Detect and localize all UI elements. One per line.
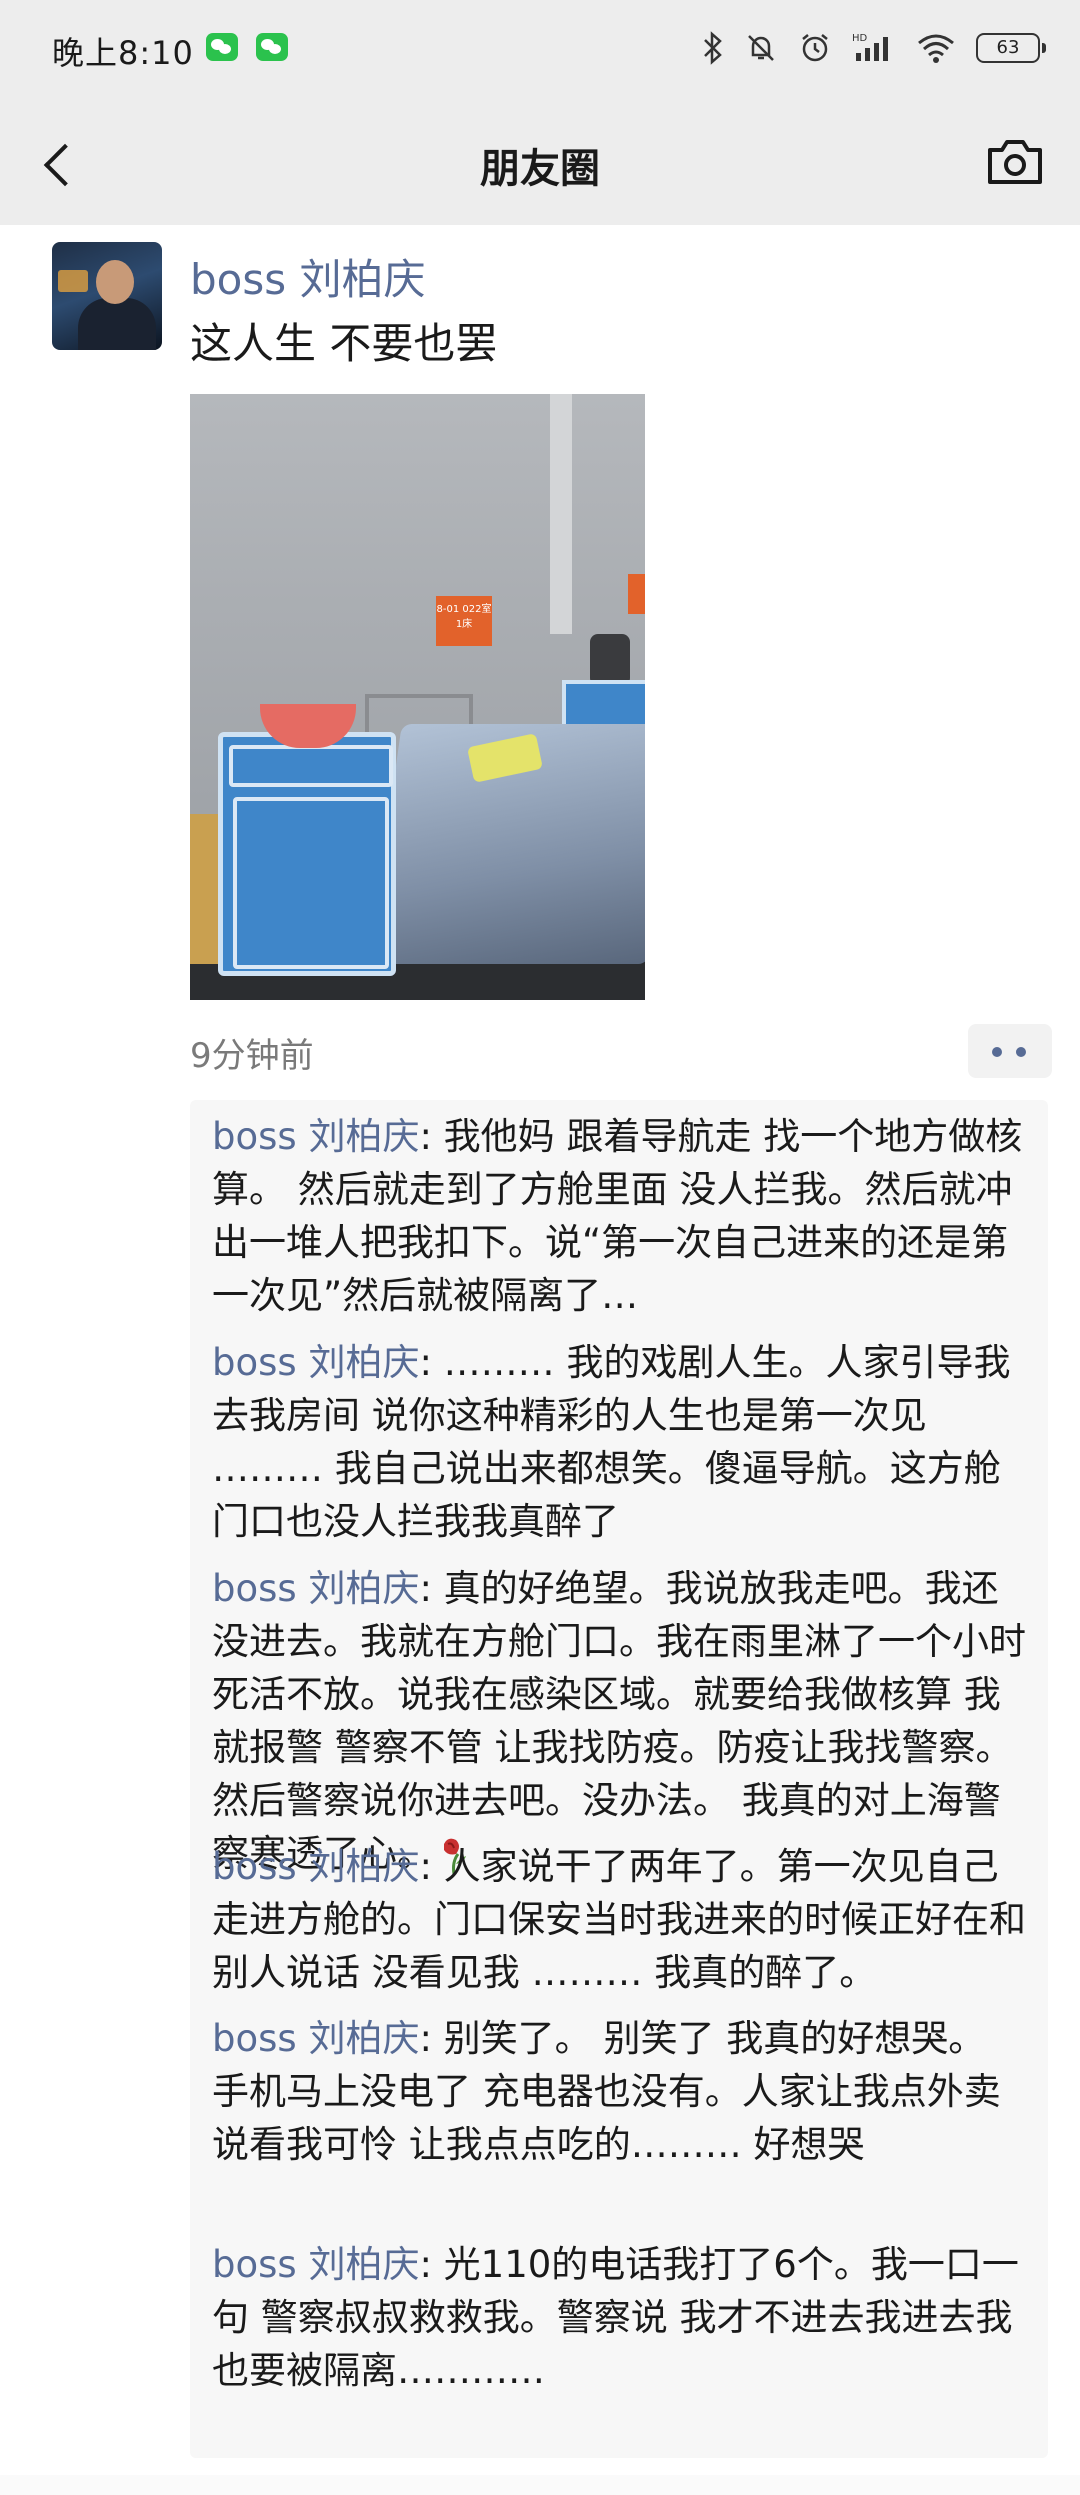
comment-text: : 真的好绝望。我说放我走吧。我还没进去。我就在方舱门口。我在雨里淋了一个小时 … [212, 1567, 1026, 1875]
more-dots-icon[interactable] [968, 1024, 1052, 1078]
comment-author[interactable]: boss 刘柏庆 [212, 1115, 419, 1158]
post-photo[interactable]: 8-01 022室1床 [190, 394, 645, 1000]
alarm-icon [802, 34, 828, 62]
status-time: 晚上8:10 [52, 34, 194, 72]
wechat-notification-icon [256, 33, 288, 61]
comment-author[interactable]: boss 刘柏庆 [212, 1567, 419, 1610]
wechat-notification-icon [206, 33, 238, 61]
bottom-edge [0, 2475, 1080, 2495]
status-bar: 晚上8:10 HD 63 [0, 0, 1080, 100]
comment-item[interactable]: boss 刘柏庆: ……… 我的戏剧人生。人家引导我去我房间 说你这种精彩的人生… [212, 1336, 1032, 1548]
svg-text:HD: HD [852, 33, 868, 44]
comment-item[interactable]: boss 刘柏庆: 我他妈 跟着导航走 找一个地方做核算。 然后就走到了方舱里面… [212, 1110, 1032, 1322]
comment-author[interactable]: boss 刘柏庆 [212, 2243, 419, 2286]
room-sign: 8-01 022室1床 [436, 596, 492, 646]
post-time: 9分钟前 [190, 1036, 314, 1076]
comment-author[interactable]: boss 刘柏庆 [212, 1341, 419, 1384]
comment-author[interactable]: boss 刘柏庆 [212, 1845, 419, 1888]
status-icons: HD 63 [702, 24, 1046, 72]
bluetooth-icon [704, 31, 722, 65]
comment-item[interactable]: boss 刘柏庆: 光110的电话我打了6个。我一口一句 警察叔叔救救我。警察说… [212, 2238, 1032, 2397]
comments-list: boss 刘柏庆: 我他妈 跟着导航走 找一个地方做核算。 然后就走到了方舱里面… [190, 1100, 1048, 2458]
battery-icon: 63 [976, 33, 1046, 63]
nav-bar: 朋友圈 [0, 100, 1080, 225]
signal-hd-icon: HD [852, 33, 888, 61]
page-title: 朋友圈 [480, 146, 600, 192]
comment-item[interactable]: boss 刘柏庆: 真的好绝望。我说放我走吧。我还没进去。我就在方舱门口。我在雨… [212, 1562, 1032, 1880]
post-author-name[interactable]: boss 刘柏庆 [190, 246, 425, 307]
mute-bell-icon [748, 35, 774, 61]
post-text: 这人生 不要也罢 [190, 319, 498, 368]
comment-author[interactable]: boss 刘柏庆 [212, 2017, 419, 2060]
comment-item[interactable]: boss 刘柏庆: 别笑了。 别笑了 我真的好想哭。 手机马上没电了 充电器也没… [212, 2012, 1032, 2171]
camera-icon[interactable] [980, 130, 1050, 196]
comment-item[interactable]: boss 刘柏庆: 人家说干了两年了。第一次见自己走进方舱的。门口保安当时我进来… [212, 1840, 1032, 1999]
wifi-icon [918, 34, 954, 63]
avatar[interactable] [52, 242, 162, 350]
